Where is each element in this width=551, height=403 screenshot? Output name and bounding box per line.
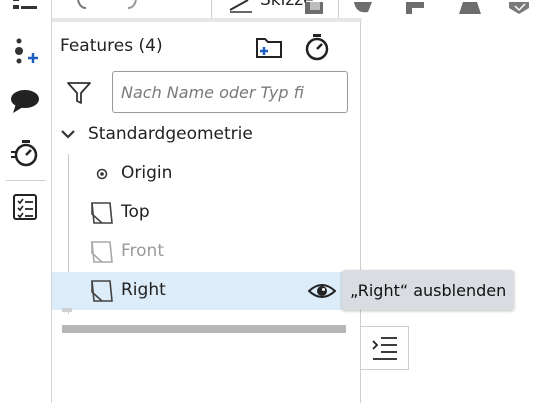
list-item-origin[interactable]: Origin: [52, 155, 361, 193]
list-item-front[interactable]: Front: [52, 233, 361, 271]
page-title: Features (4): [60, 36, 163, 56]
comment-icon[interactable]: [8, 84, 42, 118]
left-icon-rail: [0, 0, 52, 403]
origin-icon: [96, 168, 108, 180]
horizontal-scrollbar[interactable]: [62, 325, 346, 333]
sketch-pencil-icon: [229, 0, 252, 13]
revolve-icon[interactable]: [352, 0, 378, 18]
list-item-label: Front: [121, 241, 164, 261]
features-panel: Features (4) Standardgeometrie Origin To…: [52, 22, 361, 403]
plane-icon: [91, 202, 113, 224]
rollback-timer-button[interactable]: [302, 32, 332, 62]
tree-guide-stub: [62, 308, 72, 312]
folder-add-icon: [256, 38, 282, 58]
stopwatch-icon: [305, 34, 329, 61]
add-folder-button[interactable]: [254, 32, 284, 62]
list-item-label: Origin: [121, 163, 173, 183]
add-variable-icon[interactable]: [8, 34, 42, 68]
list-icon: [371, 337, 397, 360]
redo-icon[interactable]: [120, 0, 140, 18]
tooltip: „Right“ ausblenden: [342, 270, 515, 310]
eye-icon[interactable]: [308, 280, 336, 302]
undo-icon[interactable]: [74, 0, 94, 18]
loft-icon[interactable]: [457, 0, 483, 18]
search-input[interactable]: [112, 71, 348, 113]
list-item-label: Right: [121, 280, 166, 300]
list-item-label: Top: [121, 202, 150, 222]
extrude-icon[interactable]: [302, 0, 328, 18]
plane-icon: [91, 241, 113, 263]
sweep-icon[interactable]: [402, 0, 428, 18]
top-toolbar: Skizze: [52, 0, 551, 18]
stopwatch-icon[interactable]: [8, 136, 42, 170]
filter-icon[interactable]: [66, 80, 92, 106]
checklist-icon[interactable]: [8, 190, 42, 224]
thicken-icon[interactable]: [507, 0, 533, 18]
list-item-top[interactable]: Top: [52, 194, 361, 232]
plane-icon: [91, 280, 113, 302]
list-view-button[interactable]: [361, 326, 409, 370]
group-standard-geometry[interactable]: Standardgeometrie: [88, 124, 253, 144]
feature-list-icon[interactable]: [8, 0, 42, 18]
rail-divider: [6, 180, 46, 181]
chevron-down-icon[interactable]: [60, 126, 76, 142]
list-item-right[interactable]: Right: [52, 272, 361, 310]
